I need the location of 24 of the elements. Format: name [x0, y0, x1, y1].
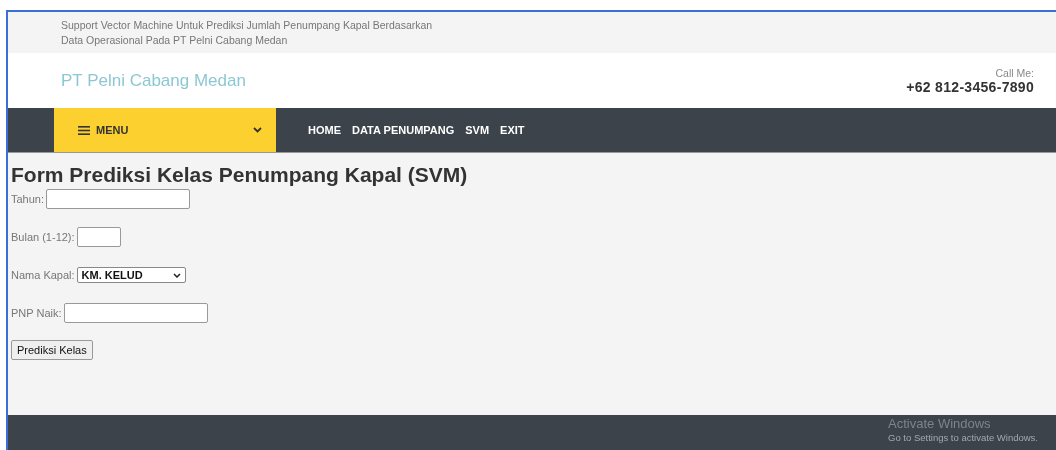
phone-number: +62 812-3456-7890 — [906, 78, 1034, 95]
nav-link[interactable]: HOME — [308, 124, 341, 136]
predict-button[interactable]: Prediksi Kelas — [11, 340, 93, 360]
site-tagline-line: Support Vector Machine Untuk Prediksi Jumlah Penumpang Kapal Berdasarkan — [61, 18, 433, 33]
field-label: Tahun: — [11, 193, 45, 205]
input-field[interactable] — [63, 303, 208, 323]
nav-link[interactable]: EXIT — [500, 124, 525, 136]
activation-notice-title: Activate Windows — [888, 417, 991, 431]
ship-select[interactable]: KM. KELUD — [76, 267, 186, 283]
field-label: Nama Kapal: — [11, 269, 75, 281]
input-field[interactable] — [46, 189, 191, 209]
menu-dropdown-button[interactable]: MENU — [54, 108, 276, 152]
site-tagline-line: Data Operasional Pada PT Pelni Cabang Medan — [61, 33, 288, 48]
chevron-down-icon — [253, 127, 262, 133]
call-label: Call Me: — [995, 66, 1034, 79]
menu-icon — [78, 125, 90, 135]
activation-notice-text: Go to Settings to activate Windows. — [888, 431, 1038, 444]
field-label: Bulan (1-12): — [11, 231, 75, 243]
nav-link[interactable]: SVM — [465, 124, 490, 136]
form-title: Form Prediksi Kelas Penumpang Kapal (SVM) — [11, 163, 468, 187]
chevron-down-icon — [172, 272, 181, 278]
nav-link[interactable]: DATA PENUMPANG — [352, 124, 455, 136]
field-label: PNP Naik: — [11, 307, 62, 319]
input-field[interactable] — [76, 227, 121, 247]
